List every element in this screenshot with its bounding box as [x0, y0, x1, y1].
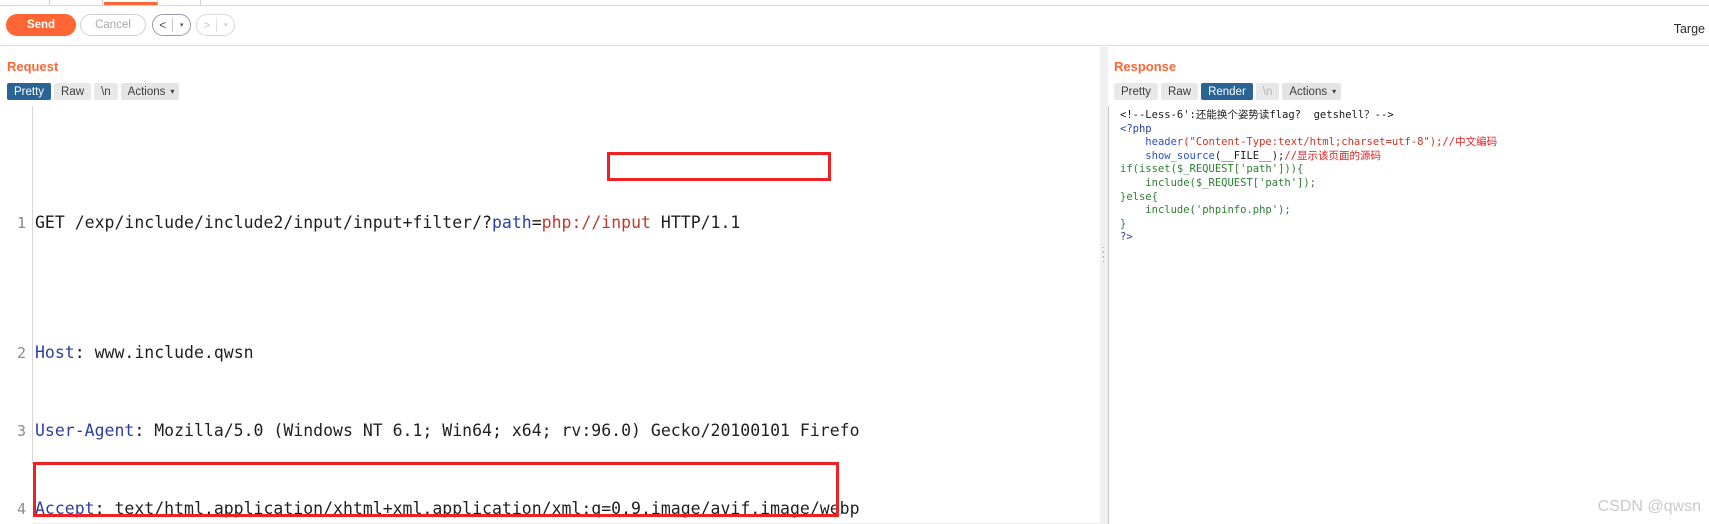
php-function-header: header — [1145, 136, 1184, 149]
chevron-left-icon[interactable]: < — [153, 15, 172, 35]
response-panel-title: Response — [1114, 59, 1177, 74]
request-line-text: GET /exp/include/include2/input/input+fi… — [35, 210, 740, 236]
line-number: 4 — [16, 500, 26, 518]
response-view-tabs: Pretty Raw Render \n Actions ▾ — [1114, 83, 1342, 100]
php-comment-source: //显示该页面的源码 — [1284, 149, 1382, 162]
top-tab-4[interactable] — [159, 0, 201, 5]
query-equals: = — [531, 213, 542, 232]
chevron-down-icon: ▾ — [1332, 87, 1337, 96]
header-name: Accept — [35, 499, 95, 518]
chevron-down-icon-next[interactable]: ▾ — [217, 15, 234, 35]
php-close-brace: } — [1120, 217, 1127, 230]
http-path: /exp/include/include2/input/input+filter… — [64, 213, 483, 232]
request-panel: Request Pretty Raw \n Actions ▾ 1 GET /e… — [0, 47, 1100, 524]
header-value: www.include.qwsn — [84, 343, 254, 362]
response-code-line-3: header("Content-Type:text/html;charset=u… — [1120, 136, 1709, 150]
request-view-tabs: Pretty Raw \n Actions ▾ — [7, 83, 180, 100]
html-comment: <!--Less-6':还能换个姿势读flag? getshell？--> — [1120, 109, 1394, 121]
header-line: Accept: text/html,application/xhtml+xml,… — [35, 499, 860, 518]
php-else: }else{ — [1120, 190, 1158, 203]
php-comment-encoding: //中文编码 — [1442, 136, 1498, 149]
response-code-line-6: include($_REQUEST['path']); — [1120, 177, 1709, 191]
target-label: Targe — [1673, 22, 1705, 36]
response-code-line-5: if(isset($_REQUEST['path'])){ — [1120, 163, 1709, 177]
line-number: 2 — [16, 344, 26, 362]
watermark: CSDN @qwsn — [1597, 498, 1701, 515]
next-request-group[interactable]: > ▾ — [196, 14, 235, 36]
response-code-line-1: <!--Less-6':还能换个姿势读flag? getshell？--> — [1120, 109, 1709, 123]
action-bar: Send Cancel < ▾ > ▾ Targe — [0, 6, 1709, 46]
top-tab-active[interactable] — [104, 0, 158, 5]
tab-response-newline: \n — [1255, 83, 1280, 100]
chevron-down-icon: ▾ — [170, 87, 175, 96]
chevron-down-icon-prev[interactable]: ▾ — [173, 15, 190, 35]
response-panel: Response Pretty Raw Render \n Actions ▾ … — [1108, 47, 1709, 524]
header-name: User-Agent — [35, 421, 135, 440]
chevron-right-icon[interactable]: > — [197, 15, 216, 35]
header-name: Host — [35, 343, 75, 362]
tab-request-raw[interactable]: Raw — [54, 83, 92, 100]
tab-request-newline[interactable]: \n — [94, 83, 118, 100]
request-editor[interactable]: 1 GET /exp/include/include2/input/input+… — [0, 106, 1100, 524]
response-code-line-7: }else{ — [1120, 191, 1709, 205]
query-prefix: ? — [482, 213, 492, 232]
response-code-line-4: show_source(__FILE__);//显示该页面的源码 — [1120, 150, 1709, 164]
header-line: User-Agent: Mozilla/5.0 (Windows NT 6.1;… — [35, 421, 860, 440]
prev-request-group[interactable]: < ▾ — [152, 14, 191, 36]
response-code-line-9: } — [1120, 218, 1709, 232]
response-code: <!--Less-6':还能换个姿势读flag? getshell？--> <?p… — [1114, 106, 1709, 245]
query-param-name: path — [491, 213, 532, 232]
request-line-3: 3 User-Agent: Mozilla/5.0 (Windows NT 6.… — [0, 418, 860, 444]
response-editor[interactable]: <!--Less-6':还能换个姿势读flag? getshell？--> <?p… — [1114, 106, 1709, 524]
line-number: 3 — [16, 422, 26, 440]
response-code-line-10: ?> — [1120, 231, 1709, 245]
tab-response-raw[interactable]: Raw — [1161, 83, 1199, 100]
request-line-2: 2 Host: www.include.qwsn — [0, 340, 254, 366]
request-panel-title: Request — [7, 59, 59, 74]
top-tab-2[interactable] — [51, 0, 103, 5]
top-tab-1[interactable] — [0, 0, 50, 5]
response-code-line-2: <?php — [1120, 123, 1709, 137]
response-left-rule — [1108, 106, 1109, 524]
tab-response-render[interactable]: Render — [1201, 83, 1253, 100]
php-close-tag: ?> — [1120, 231, 1133, 244]
splitter-grip-icon: ::: — [1102, 244, 1105, 264]
query-param-value: php://input — [541, 213, 651, 232]
response-actions-label: Actions — [1289, 85, 1328, 98]
header-value: Mozilla/5.0 (Windows NT 6.1; Win64; x64;… — [144, 421, 860, 440]
header-line: Host: www.include.qwsn — [35, 343, 254, 362]
response-actions-menu[interactable]: Actions ▾ — [1282, 83, 1342, 100]
http-method: GET — [35, 213, 65, 232]
burp-repeater-window: Send Cancel < ▾ > ▾ Targe Request Pretty… — [0, 0, 1709, 524]
request-actions-label: Actions — [127, 85, 166, 98]
http-version: HTTP/1.1 — [650, 213, 741, 232]
cancel-button[interactable]: Cancel — [80, 14, 146, 36]
panel-splitter[interactable]: ::: — [1100, 47, 1108, 524]
request-actions-menu[interactable]: Actions ▾ — [120, 83, 180, 100]
php-open-tag: <?php — [1120, 122, 1152, 135]
tab-request-pretty[interactable]: Pretty — [7, 83, 52, 100]
php-include-phpinfo: include('phpinfo.php'); — [1145, 204, 1291, 217]
header-value: text/html,application/xhtml+xml,applicat… — [104, 499, 860, 518]
php-args-header: ("Content-Type:text/html;charset=utf-8")… — [1183, 136, 1443, 149]
php-include-request: include($_REQUEST['path']); — [1145, 176, 1316, 189]
php-args-showsource: (__FILE__); — [1214, 149, 1285, 162]
line-number: 1 — [16, 214, 26, 232]
response-code-line-8: include('phpinfo.php'); — [1120, 204, 1709, 218]
request-line-4: 4 Accept: text/html,application/xhtml+xm… — [0, 496, 860, 522]
php-if-isset: if(isset($_REQUEST['path'])){ — [1120, 163, 1304, 176]
request-code[interactable]: 1 GET /exp/include/include2/input/input+… — [0, 106, 860, 524]
php-function-showsource: show_source — [1145, 149, 1215, 162]
send-button[interactable]: Send — [6, 14, 76, 36]
tab-response-pretty[interactable]: Pretty — [1114, 83, 1159, 100]
request-line-1: 1 GET /exp/include/include2/input/input+… — [0, 210, 740, 236]
